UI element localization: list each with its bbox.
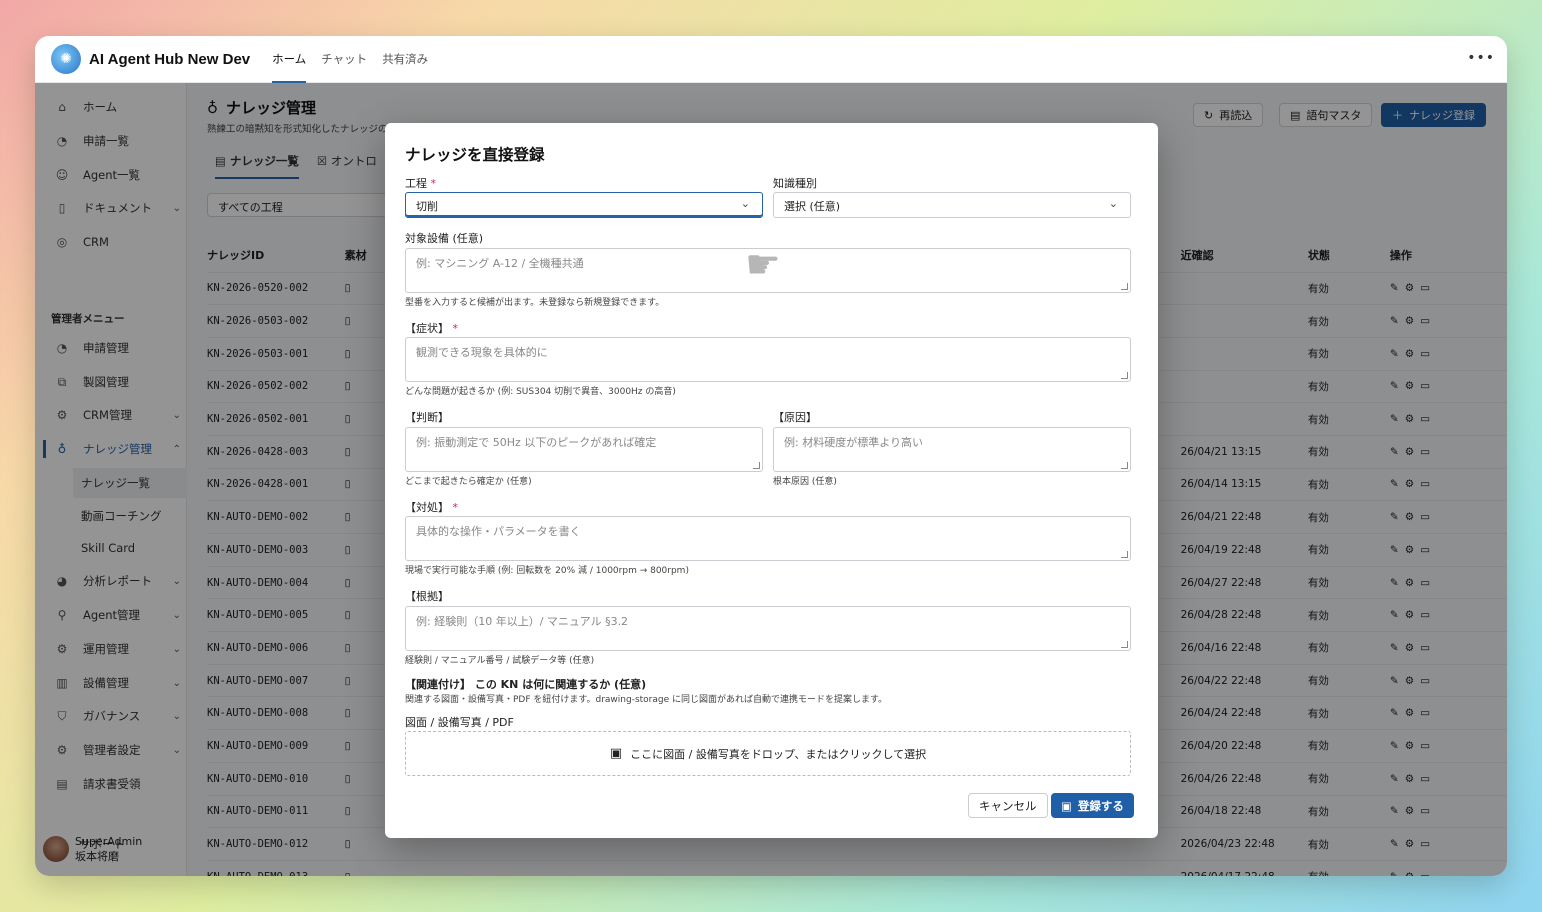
file-dropzone[interactable]: ▣ ここに図面 / 設備写真をドロップ、またはクリックして選択 — [405, 731, 1131, 776]
relation-title: 【関連付け】 この KN は何に関連するか (任意) — [405, 678, 647, 691]
cause-label: 【原因】 — [773, 411, 817, 424]
symptom-input[interactable]: 観測できる現象を具体的に — [405, 337, 1131, 382]
register-knowledge-dialog: ナレッジを直接登録 工程 * 切削 ⌄ 知識種別 選択 (任意) ⌄ 対象設備 (任… — [385, 123, 1158, 838]
chevron-down-icon: ⌄ — [1108, 197, 1118, 210]
basis-hint: 経験則 / マニュアル番号 / 試験データ等 (任意) — [405, 656, 595, 666]
action-label: 【対処】 * — [405, 501, 459, 514]
cancel-button[interactable]: キャンセル — [968, 793, 1048, 818]
equipment-label: 対象設備 (任意) — [405, 232, 484, 245]
nav-home[interactable]: ホーム — [272, 36, 307, 83]
more-menu-icon[interactable]: ••• — [1467, 50, 1495, 66]
kind-select[interactable]: 選択 (任意) ⌄ — [773, 192, 1131, 218]
attach-label: 図面 / 設備写真 / PDF — [405, 716, 514, 729]
action-input[interactable]: 具体的な操作・パラメータを書く — [405, 516, 1131, 561]
top-bar: ✺ AI Agent Hub New Dev ホーム チャット 共有済み ••• — [35, 36, 1507, 83]
kind-label: 知識種別 — [773, 177, 817, 190]
chevron-down-icon: ⌄ — [740, 197, 750, 210]
cause-input[interactable]: 例: 材料硬度が標準より高い — [773, 427, 1131, 472]
judgment-label: 【判断】 — [405, 411, 449, 424]
required-mark: * — [452, 322, 459, 335]
symptom-hint: どんな問題が起きるか (例: SUS304 切削で異音、3000Hz の高音) — [405, 387, 676, 397]
cause-hint: 根本原因 (任意) — [773, 477, 837, 487]
judgment-hint: どこまで起きたら確定か (任意) — [405, 477, 532, 487]
nav-shared[interactable]: 共有済み — [382, 36, 428, 83]
hand-cursor-icon: ☛ — [745, 242, 781, 288]
basis-label: 【根拠】 — [405, 590, 449, 603]
nav-chat[interactable]: チャット — [321, 36, 367, 83]
app-title: AI Agent Hub New Dev — [89, 50, 251, 68]
image-icon: ▣ — [609, 746, 623, 761]
required-mark: * — [430, 177, 437, 190]
relation-desc: 関連する図面・設備写真・PDF を紐付けます。drawing-storage に… — [405, 695, 888, 705]
process-select[interactable]: 切削 ⌄ — [405, 192, 763, 218]
symptom-label: 【症状】 * — [405, 322, 459, 335]
brain-logo-icon: ✺ — [51, 44, 81, 74]
basis-input[interactable]: 例: 経験則（10 年以上）/ マニュアル §3.2 — [405, 606, 1131, 651]
judgment-input[interactable]: 例: 振動測定で 50Hz 以下のピークがあれば確定 — [405, 427, 763, 472]
process-label: 工程 * — [405, 177, 437, 190]
save-icon: ▣ — [1061, 798, 1072, 813]
action-hint: 現場で実行可能な手順 (例: 回転数を 20% 減 / 1000rpm → 80… — [405, 566, 689, 576]
top-nav: ホーム チャット 共有済み — [272, 36, 443, 83]
required-mark: * — [452, 501, 459, 514]
equipment-hint: 型番を入力すると候補が出ます。未登録なら新規登録できます。 — [405, 298, 665, 308]
submit-button[interactable]: ▣ 登録する — [1051, 793, 1134, 818]
dialog-title: ナレッジを直接登録 — [405, 146, 545, 164]
